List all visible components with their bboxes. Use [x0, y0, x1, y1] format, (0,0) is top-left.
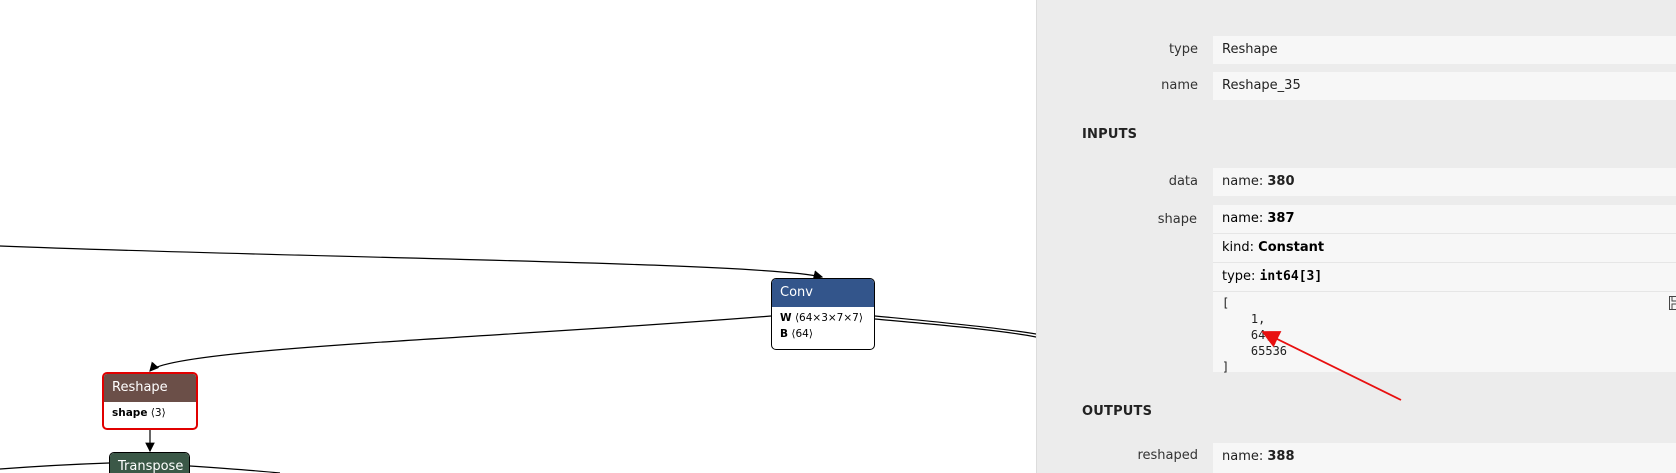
- graph-canvas[interactable]: Conv W ⟨64×3×7×7⟩ B ⟨64⟩ Reshape shape ⟨…: [0, 0, 1036, 473]
- attr-shape: ⟨64×3×7×7⟩: [794, 312, 863, 324]
- attr-shape: ⟨64⟩: [791, 328, 813, 340]
- red-annotation-arrow: [1261, 331, 1402, 401]
- node-transpose-title: Transpose: [110, 453, 189, 473]
- attr-shape: ⟨3⟩: [150, 407, 166, 419]
- edge-transpose-out: [189, 465, 281, 473]
- node-conv[interactable]: Conv W ⟨64×3×7×7⟩ B ⟨64⟩: [771, 278, 875, 350]
- attr-name: W: [780, 312, 792, 324]
- edge-left-in: [0, 462, 110, 470]
- attr-name: B: [780, 328, 789, 340]
- node-reshape-title: Reshape: [104, 374, 196, 402]
- edge-conv-to-reshape: [149, 315, 772, 372]
- node-conv-attrs: W ⟨64×3×7×7⟩ B ⟨64⟩: [772, 307, 874, 345]
- edge-conv-out-1: [874, 315, 1036, 335]
- properties-sidebar: type Reshape ? name Reshape_35 INPUTS da…: [1036, 0, 1676, 473]
- edge-to-conv: [0, 245, 824, 280]
- node-conv-title: Conv: [772, 279, 874, 307]
- node-reshape-attrs: shape ⟨3⟩: [104, 402, 196, 424]
- attr-name: shape: [112, 407, 148, 419]
- edge-conv-out-2: [874, 318, 1036, 338]
- node-transpose[interactable]: Transpose: [109, 452, 190, 473]
- node-reshape-selected[interactable]: Reshape shape ⟨3⟩: [102, 372, 198, 430]
